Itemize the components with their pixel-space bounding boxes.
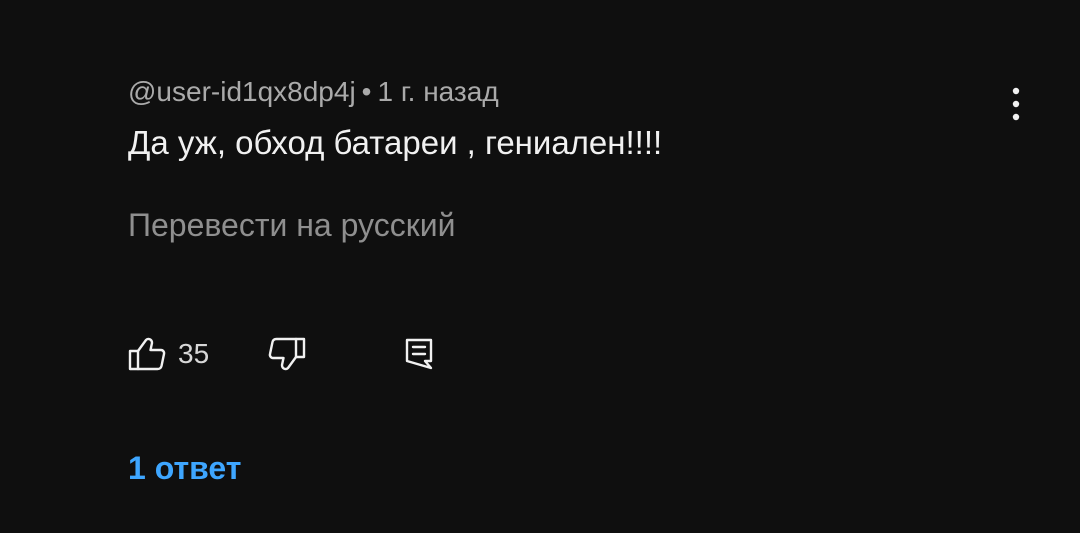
more-vertical-icon xyxy=(1012,87,1020,121)
author-handle[interactable]: @user-id1qx8dp4j xyxy=(128,76,356,107)
comment-thread: @user-id1qx8dp4j • 1 г. назад Да уж, обход… xyxy=(0,0,1080,533)
replies-toggle[interactable]: 1 ответ xyxy=(128,450,241,487)
reply-button[interactable] xyxy=(404,337,434,371)
thumbs-up-icon xyxy=(128,336,166,372)
like-button[interactable]: 35 xyxy=(128,336,268,372)
more-actions-button[interactable] xyxy=(996,82,1036,126)
dislike-button[interactable] xyxy=(268,336,404,372)
meta-separator: • xyxy=(361,76,372,107)
thumbs-down-icon xyxy=(268,336,306,372)
comment-actions: 35 xyxy=(128,334,434,374)
comment-meta: @user-id1qx8dp4j • 1 г. назад xyxy=(128,76,499,108)
translate-button[interactable]: Перевести на русский xyxy=(128,207,455,244)
comment-time: 1 г. назад xyxy=(377,76,499,107)
like-count: 35 xyxy=(178,338,210,369)
comment-reply-icon xyxy=(404,337,434,371)
comment-text: Да уж, обход батареи , гениален!!!! xyxy=(128,124,663,161)
